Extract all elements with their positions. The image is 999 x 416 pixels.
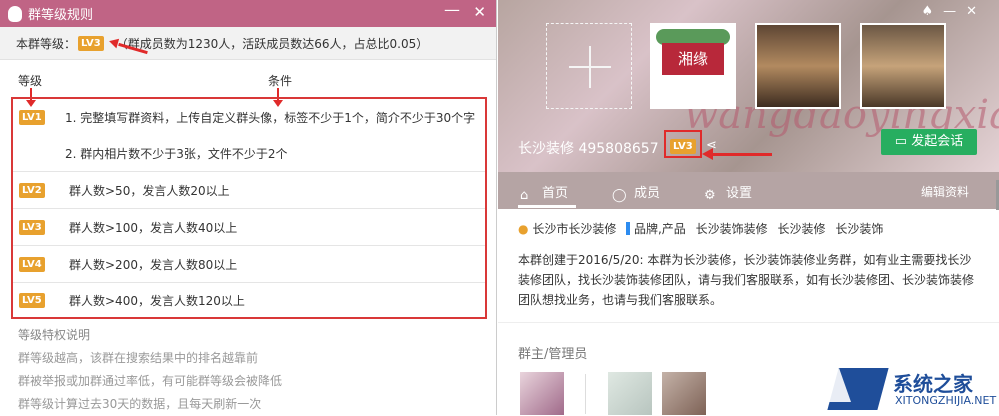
- conditions-box: LV1 1. 完整填写群资料，上传自定义群头像，标签不少于1个，简介不少于30个…: [11, 97, 487, 319]
- chat-button-label: 发起会话: [911, 134, 964, 149]
- level-condition: 群人数>100，发言人数40以上: [69, 220, 238, 235]
- level-row: LV2 群人数>50，发言人数20以上: [13, 172, 485, 209]
- note-item: 群等级计算过去30天的数据，且每天刷新一次: [18, 397, 262, 411]
- dialog-title: 群等级规则: [28, 8, 94, 23]
- photo-logo-text: 湘缘: [662, 43, 724, 75]
- group-cover: wangdaoyingxian ♠—✕ 湘缘 长沙装修 495808657 LV…: [498, 0, 999, 172]
- minimize-icon[interactable]: —: [444, 0, 460, 19]
- tag-divider-icon: [626, 222, 631, 235]
- avatar[interactable]: [608, 372, 652, 415]
- tab-home[interactable]: ⌂ 首页: [520, 182, 568, 203]
- level-row: LV1 1. 完整填写群资料，上传自定义群头像，标签不少于1个，简介不少于30个…: [13, 99, 485, 135]
- current-level-row: 本群等级： LV3 （群成员数为1230人，活跃成员数达66人，占总比0.05）: [0, 27, 496, 60]
- column-condition: 条件: [268, 74, 293, 88]
- level-condition: 群人数>400，发言人数120以上: [69, 293, 245, 308]
- tab-members[interactable]: ◯ 成员: [612, 182, 660, 203]
- level-row: LV5 群人数>400，发言人数120以上: [13, 283, 485, 317]
- tab-settings[interactable]: ⚙ 设置: [704, 182, 752, 203]
- group-level-rules-dialog: 群等级规则 — ✕ 本群等级： LV3 （群成员数为1230人，活跃成员数达66…: [0, 0, 497, 415]
- group-photo[interactable]: [755, 23, 841, 109]
- close-icon[interactable]: ✕: [966, 4, 987, 19]
- group-profile-panel: wangdaoyingxian ♠—✕ 湘缘 长沙装修 495808657 LV…: [498, 0, 999, 415]
- group-photo[interactable]: [860, 23, 946, 109]
- level-condition: 2. 群内相片数不少于3张，文件不少于2个: [65, 146, 288, 161]
- highlight-box: [664, 130, 702, 158]
- column-level: 等级: [18, 74, 43, 88]
- watermark-name: 系统之家: [893, 372, 973, 396]
- level-badge: LV3: [19, 219, 45, 235]
- level-privilege-notes: 等级特权说明 群等级越高，该群在搜索结果中的排名越靠前 群被举报或加群通过率低，…: [18, 324, 282, 416]
- skin-icon[interactable]: ♠: [921, 4, 943, 19]
- profile-tabs: ⌂ 首页 ◯ 成员 ⚙ 设置 编辑资料: [498, 172, 999, 209]
- level-condition: 1. 完整填写群资料，上传自定义群头像，标签不少于1个，简介不少于30个字: [65, 110, 476, 125]
- start-chat-button[interactable]: ▭ 发起会话: [881, 129, 977, 155]
- group-name: 长沙装修 495808657: [518, 141, 659, 157]
- level-row: 2. 群内相片数不少于3张，文件不少于2个: [13, 135, 485, 172]
- level-row: LV3 群人数>100，发言人数40以上: [13, 209, 485, 246]
- level-badge: LV4: [19, 256, 45, 272]
- level-badge: LV1: [19, 109, 45, 125]
- level-row: LV4 群人数>200，发言人数80以上: [13, 246, 485, 283]
- qq-penguin-icon: [8, 5, 22, 22]
- level-summary: （群成员数为1230人，活跃成员数达66人，占总比0.05）: [115, 36, 429, 51]
- watermark-url: XITONGZHIJIA.NET: [895, 394, 997, 407]
- dialog-titlebar: 群等级规则 — ✕: [0, 0, 496, 27]
- site-watermark: 系统之家 XITONGZHIJIA.NET: [811, 362, 999, 415]
- location-pin-icon: ●: [518, 222, 529, 236]
- user-icon: ◯: [612, 188, 627, 203]
- level-condition: 群人数>50，发言人数20以上: [69, 183, 230, 198]
- close-icon[interactable]: ✕: [473, 3, 486, 21]
- level-badge: LV5: [19, 292, 45, 308]
- level-badge: LV2: [19, 182, 45, 198]
- group-photo[interactable]: 湘缘: [650, 23, 736, 109]
- add-photo-button[interactable]: [546, 23, 632, 109]
- edit-profile-link[interactable]: 编辑资料: [921, 183, 969, 200]
- divider: [498, 322, 999, 323]
- avatar[interactable]: [520, 372, 564, 415]
- tag-item[interactable]: 长沙装饰装修: [696, 222, 768, 236]
- notes-heading: 等级特权说明: [18, 328, 91, 342]
- current-level-badge: LV3: [78, 35, 104, 51]
- active-tab-indicator: [518, 205, 576, 208]
- tag-item[interactable]: 长沙装饰: [835, 222, 883, 236]
- gear-icon: ⚙: [704, 188, 716, 203]
- level-label: 本群等级：: [16, 36, 77, 51]
- tag-item[interactable]: 品牌,产品: [634, 222, 686, 236]
- group-tags: ● 长沙市长沙装修 品牌,产品 长沙装饰装修 长沙装修 长沙装饰: [518, 220, 883, 237]
- home-icon: ⌂: [520, 188, 529, 203]
- chat-icon: ▭: [894, 134, 912, 149]
- annotation-arrow: [702, 148, 772, 160]
- minimize-icon[interactable]: —: [943, 4, 966, 19]
- avatar[interactable]: [662, 372, 706, 415]
- window-controls: ♠—✕: [921, 4, 987, 19]
- note-item: 群等级越高，该群在搜索结果中的排名越靠前: [18, 351, 259, 365]
- note-item: 群被举报或加群通过率低，有可能群等级会被降低: [18, 374, 283, 388]
- group-description: 本群创建于2016/5/20: 本群为长沙装修，长沙装饰装修业务群，如有业主需要…: [518, 253, 975, 307]
- divider: [585, 374, 586, 414]
- tag-item[interactable]: 长沙市长沙装修: [532, 222, 616, 236]
- column-headers: 等级 条件: [0, 60, 496, 107]
- tag-item[interactable]: 长沙装修: [777, 222, 825, 236]
- admins-heading: 群主/管理员: [518, 347, 588, 362]
- level-condition: 群人数>200，发言人数80以上: [69, 257, 238, 272]
